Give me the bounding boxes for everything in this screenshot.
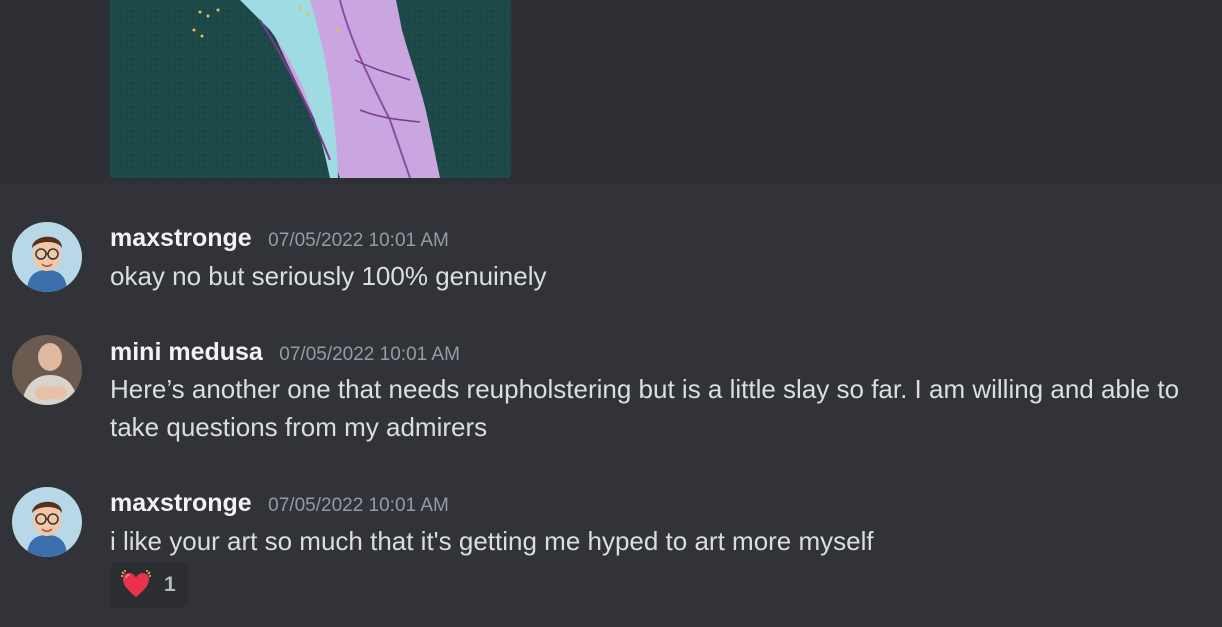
reaction-button[interactable]: 1 [110, 562, 188, 608]
photo-avatar-icon [12, 335, 82, 405]
message-timestamp: 07/05/2022 10:01 AM [268, 230, 449, 251]
message-timestamp: 07/05/2022 10:01 AM [268, 495, 449, 516]
message-content: i like your art so much that it's gettin… [110, 526, 874, 556]
cartoon-man-avatar-icon [12, 222, 82, 292]
user-avatar[interactable] [12, 487, 82, 557]
message-content: okay no but seriously 100% genuinely [110, 261, 547, 291]
message-header: maxstronge 07/05/2022 10:01 AM [110, 224, 449, 254]
username[interactable]: maxstronge [110, 489, 252, 517]
message-header: mini medusa 07/05/2022 10:01 AM [110, 338, 460, 368]
image-attachment[interactable] [110, 0, 511, 178]
message-timestamp: 07/05/2022 10:01 AM [279, 344, 460, 365]
user-avatar[interactable] [12, 335, 82, 405]
reaction-count: 1 [164, 573, 176, 596]
user-avatar[interactable] [12, 222, 82, 292]
chat-message-list: maxstronge 07/05/2022 10:01 AM okay no b… [0, 0, 1222, 627]
message-header: maxstronge 07/05/2022 10:01 AM [110, 489, 449, 519]
username[interactable]: maxstronge [110, 224, 252, 252]
cartoon-man-avatar-icon [12, 487, 82, 557]
sparkling-heart-icon [121, 570, 151, 597]
message-content: Here’s another one that needs reupholste… [110, 374, 1180, 442]
username[interactable]: mini medusa [110, 338, 263, 366]
